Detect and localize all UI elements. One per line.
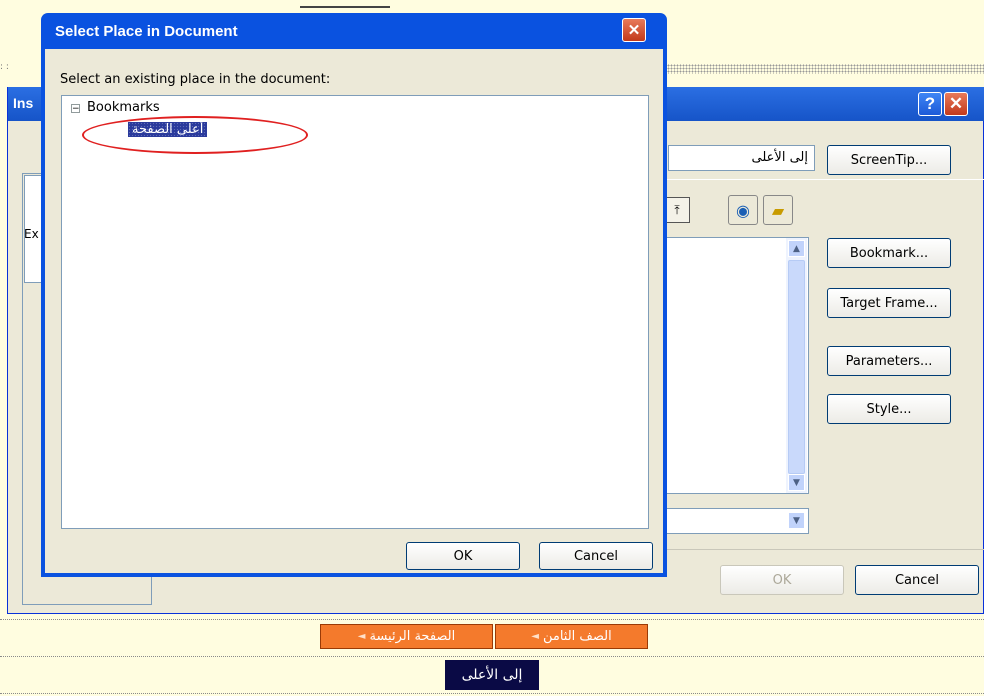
target-frame-button[interactable]: Target Frame... (827, 288, 951, 318)
ok-button[interactable]: OK (406, 542, 520, 570)
arrow-left-icon: ◄ (357, 631, 366, 642)
browse-file-icon[interactable]: ▰ (763, 195, 793, 225)
help-button[interactable]: ? (918, 92, 942, 116)
combo-dropdown-icon[interactable]: ▼ (788, 512, 805, 529)
nav-grade-link[interactable]: الصف الثامن ◄ (495, 624, 648, 649)
link-to-existing-label: Ex (24, 227, 39, 241)
up-folder-icon[interactable]: ⤒ (664, 197, 690, 223)
bookmark-tree[interactable]: − Bookmarks أعلى الصفحة (61, 95, 649, 529)
scroll-thumb[interactable] (788, 260, 805, 474)
parameters-button[interactable]: Parameters... (827, 346, 951, 376)
tree-root-bookmarks[interactable]: Bookmarks (87, 100, 160, 115)
close-button[interactable]: ✕ (944, 92, 968, 116)
nav-home-link[interactable]: الصفحة الرئيسة ◄ (320, 624, 493, 649)
text-to-display-field[interactable]: إلى الأعلى (668, 145, 815, 171)
hyperlink-ok-button[interactable]: OK (720, 565, 844, 595)
clipped-text-top (300, 0, 390, 8)
dotted-rule (0, 693, 984, 694)
list-scrollbar[interactable]: ▲ ▼ (786, 238, 807, 493)
select-place-title: Select Place in Document (55, 23, 238, 40)
select-place-dialog: Select Place in Document ✕ Select an exi… (41, 13, 667, 577)
hyperlink-cancel-button[interactable]: Cancel (855, 565, 979, 595)
scroll-down-icon[interactable]: ▼ (788, 474, 805, 491)
cancel-button[interactable]: Cancel (539, 542, 653, 570)
close-icon[interactable]: ✕ (622, 18, 646, 42)
screentip-button[interactable]: ScreenTip... (827, 145, 951, 175)
dialog-title: Ins (13, 95, 34, 111)
address-combo[interactable]: ▼ (662, 508, 809, 534)
nav-home-label: الصفحة الرئيسة (369, 629, 456, 644)
collapse-icon[interactable]: − (71, 104, 80, 114)
style-button[interactable]: Style... (827, 394, 951, 424)
dotted-rule (0, 656, 984, 657)
arrow-left-icon: ◄ (531, 631, 539, 642)
separator (662, 179, 984, 180)
instruction-label: Select an existing place in the document… (60, 72, 331, 87)
scroll-up-icon[interactable]: ▲ (788, 240, 805, 257)
dotted-rule-left: : : (0, 62, 9, 72)
nav-grade-label: الصف الثامن (542, 629, 612, 644)
dotted-rule (655, 64, 984, 74)
browse-web-icon[interactable]: ◉ (728, 195, 758, 225)
dotted-rule (0, 619, 984, 620)
select-place-body: Select an existing place in the document… (45, 49, 663, 573)
bookmark-button[interactable]: Bookmark... (827, 238, 951, 268)
separator (662, 549, 984, 550)
highlight-ellipse (82, 116, 308, 154)
to-top-link[interactable]: إلى الأعلى (445, 660, 539, 690)
